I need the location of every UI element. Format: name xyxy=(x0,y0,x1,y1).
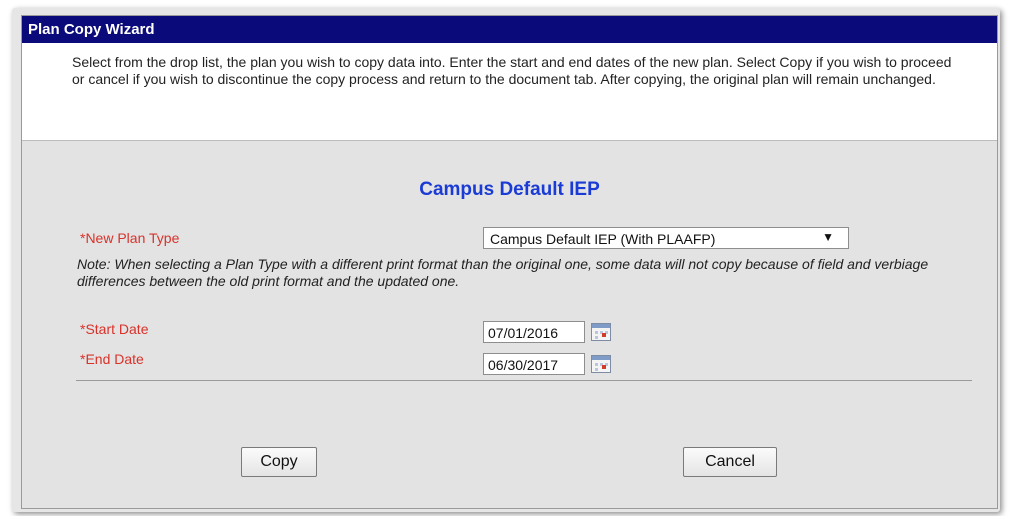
plan-type-note: Note: When selecting a Plan Type with a … xyxy=(77,256,929,289)
dropdown-arrow-icon: ▼ xyxy=(822,230,834,244)
instructions-text: Select from the drop list, the plan you … xyxy=(72,54,952,87)
end-date-label: *End Date xyxy=(80,351,144,367)
plan-copy-wizard-dialog: Plan Copy Wizard Select from the drop li… xyxy=(21,15,998,509)
cancel-button[interactable]: Cancel xyxy=(683,447,777,477)
form-divider xyxy=(76,380,972,381)
instructions-panel: Select from the drop list, the plan you … xyxy=(22,43,997,141)
new-plan-type-select[interactable]: Campus Default IEP (With PLAAFP) ▼ xyxy=(483,227,849,249)
start-date-label: *Start Date xyxy=(80,321,149,337)
end-date-input[interactable]: 06/30/2017 xyxy=(483,353,585,375)
plan-heading: Campus Default IEP xyxy=(419,179,600,200)
copy-button[interactable]: Copy xyxy=(241,447,317,477)
end-date-calendar-icon[interactable] xyxy=(591,355,611,373)
new-plan-type-value: Campus Default IEP (With PLAAFP) xyxy=(490,231,716,247)
dialog-title: Plan Copy Wizard xyxy=(22,16,997,43)
start-date-input[interactable]: 07/01/2016 xyxy=(483,321,585,343)
new-plan-type-label: *New Plan Type xyxy=(80,230,180,246)
start-date-calendar-icon[interactable] xyxy=(591,323,611,341)
